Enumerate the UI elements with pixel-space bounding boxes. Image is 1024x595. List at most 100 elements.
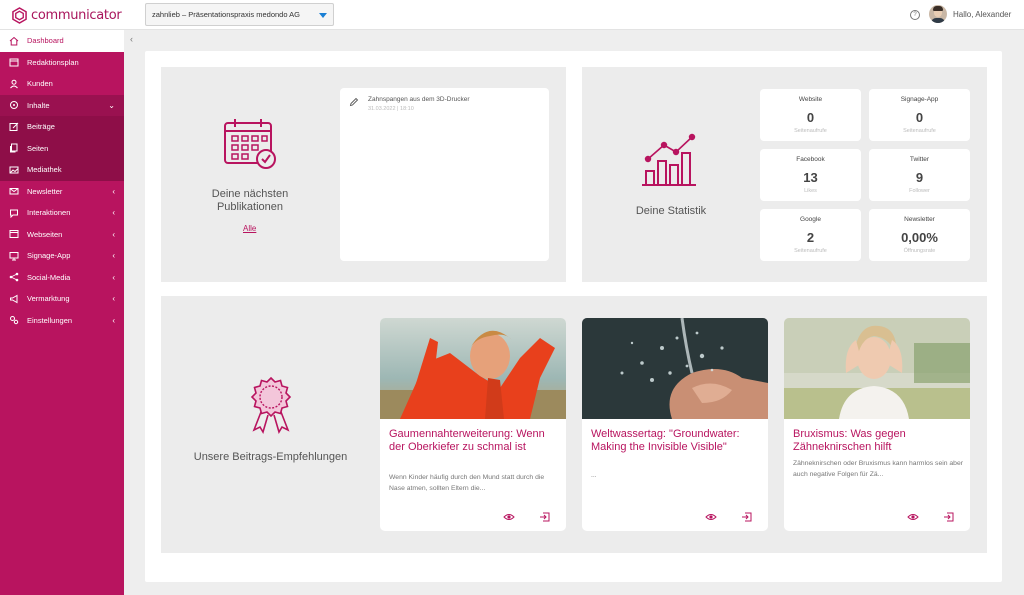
sidebar-item-signage-app[interactable]: Signage-App ‹ [0, 245, 124, 267]
sidebar-item-label: Redaktionsplan [27, 57, 79, 67]
user-icon [9, 79, 19, 89]
chevron-left-icon: ‹ [112, 229, 115, 239]
recommendations-title: Unsere Beitrags-Empfehlungen [193, 451, 348, 463]
sidebar-item-inhalte[interactable]: Inhalte ⌄ [0, 94, 124, 116]
sidebar-item-einstellungen[interactable]: Einstellungen ‹ [0, 310, 124, 332]
logo-hexagon-icon [12, 6, 27, 24]
sidebar-collapse-button[interactable]: ‹ [130, 34, 133, 44]
sidebar-item-label: Vermarktung [27, 294, 70, 304]
stat-twitter[interactable]: Twitter 9 Follower [869, 149, 970, 201]
stat-newsletter[interactable]: Newsletter 0,00% Öffnungsrate [869, 209, 970, 261]
dashboard-main: Deine nächsten Publikationen Alle Zahnsp… [145, 51, 1002, 582]
sidebar-item-mediathek[interactable]: Mediathek [0, 159, 124, 181]
content-icon [9, 100, 19, 110]
chevron-left-icon: ‹ [112, 272, 115, 282]
article-card[interactable]: Gaumennahterweiterung: Wenn der Oberkief… [380, 318, 566, 531]
publication-title: Zahnspangen aus dem 3D-Drucker [368, 96, 470, 103]
monitor-icon [9, 251, 19, 261]
pencil-icon [349, 97, 359, 107]
sidebar-item-seiten[interactable]: Seiten [0, 137, 124, 159]
sidebar-item-kunden[interactable]: Kunden [0, 73, 124, 95]
sidebar-item-label: Beiträge [27, 122, 55, 132]
stat-value: 0 [806, 110, 815, 125]
app-logo[interactable]: communicator [12, 6, 122, 24]
sidebar-item-beitraege[interactable]: Beiträge [0, 116, 124, 138]
sidebar-item-newsletter[interactable]: Newsletter ‹ [0, 181, 124, 203]
stat-value: 9 [915, 170, 924, 185]
sidebar-item-label: Newsletter [27, 186, 63, 196]
share-icon [9, 272, 19, 282]
sidebar-item-dashboard[interactable]: Dashboard [0, 30, 124, 52]
stat-sublabel: Follower [909, 188, 930, 194]
sidebar-item-label: Webseiten [27, 229, 63, 239]
stat-value: 13 [803, 170, 818, 185]
settings-icon [9, 315, 19, 325]
import-icon[interactable] [539, 512, 551, 522]
chevron-left-icon: ‹ [112, 315, 115, 325]
stat-sublabel: Likes [804, 188, 817, 194]
eye-icon[interactable] [503, 512, 515, 522]
sidebar-item-label: Dashboard [27, 36, 64, 46]
eye-icon[interactable] [705, 512, 717, 522]
article-card[interactable]: Weltwassertag: "Groundwater: Making the … [582, 318, 768, 531]
stat-sublabel: Seitenaufrufe [794, 248, 827, 254]
article-card[interactable]: Bruxismus: Was gegen Zähneknirschen hilf… [784, 318, 970, 531]
article-excerpt: ... [591, 472, 597, 479]
sidebar-item-label: Seiten [27, 143, 49, 153]
stat-sublabel: Öffnungsrate [903, 248, 936, 254]
stat-signage-app[interactable]: Signage-App 0 Seitenaufrufe [869, 89, 970, 141]
pages-icon [9, 143, 19, 153]
article-title[interactable]: Gaumennahterweiterung: Wenn der Oberkief… [389, 428, 559, 454]
article-title[interactable]: Weltwassertag: "Groundwater: Making the … [591, 428, 761, 454]
sidebar-item-redaktionsplan[interactable]: Redaktionsplan [0, 52, 124, 74]
chevron-left-icon: ‹ [112, 208, 115, 218]
publication-card[interactable]: Zahnspangen aus dem 3D-Drucker 31.03.202… [340, 88, 549, 261]
megaphone-icon [9, 294, 19, 304]
eye-icon[interactable] [907, 512, 919, 522]
stat-sublabel: Seitenaufrufe [794, 128, 827, 134]
chevron-left-icon: ‹ [112, 251, 115, 261]
import-icon[interactable] [943, 512, 955, 522]
mail-icon [9, 186, 19, 196]
chevron-down-icon: ⌄ [108, 100, 115, 110]
stat-value: 0 [915, 110, 924, 125]
stat-label: Newsletter [904, 216, 935, 223]
stat-sublabel: Seitenaufrufe [903, 128, 936, 134]
sidebar-item-interaktionen[interactable]: Interaktionen ‹ [0, 202, 124, 224]
stat-label: Twitter [909, 156, 930, 163]
sidebar-item-label: Einstellungen [27, 315, 73, 325]
sidebar-item-vermarktung[interactable]: Vermarktung ‹ [0, 288, 124, 310]
stat-google[interactable]: Google 2 Seitenaufrufe [760, 209, 861, 261]
stat-label: Google [800, 216, 821, 223]
publication-date: 31.03.2022 | 18:10 [368, 106, 414, 112]
article-image-woman [784, 318, 970, 419]
statistics-panel: Deine Statistik Website 0 Seitenaufrufe … [582, 67, 987, 282]
stat-facebook[interactable]: Facebook 13 Likes [760, 149, 861, 201]
statistics-title: Deine Statistik [635, 205, 707, 217]
user-greeting[interactable]: Hallo, Alexander [953, 10, 1011, 19]
publications-panel: Deine nächsten Publikationen Alle Zahnsp… [161, 67, 566, 282]
help-icon[interactable]: ? [910, 10, 920, 20]
stat-label: Website [798, 96, 823, 103]
article-title[interactable]: Bruxismus: Was gegen Zähneknirschen hilf… [793, 428, 963, 454]
sidebar-item-label: Mediathek [27, 165, 62, 175]
stat-website[interactable]: Website 0 Seitenaufrufe [760, 89, 861, 141]
calendar-icon [9, 57, 19, 67]
article-excerpt: Zähneknirschen oder Bruxismus kann harml… [793, 460, 964, 478]
stat-value: 0,00% [901, 230, 938, 245]
sidebar-item-label: Inhalte [27, 100, 50, 110]
sidebar-item-label: Signage-App [27, 251, 71, 261]
stat-label: Facebook [796, 156, 825, 163]
article-image-child [380, 318, 566, 419]
edit-icon [9, 122, 19, 132]
publications-all-link[interactable]: Alle [243, 224, 256, 233]
sidebar-item-webseiten[interactable]: Webseiten ‹ [0, 224, 124, 246]
article-image-water [582, 318, 768, 419]
practice-selector[interactable]: zahnlieb – Präsentationspraxis medondo A… [145, 3, 334, 26]
sidebar-item-label: Social-Media [27, 272, 71, 282]
sidebar-item-social-media[interactable]: Social-Media ‹ [0, 267, 124, 289]
chevron-left-icon: ‹ [112, 186, 115, 196]
stat-label: Signage-App [900, 96, 939, 103]
import-icon[interactable] [741, 512, 753, 522]
avatar[interactable] [929, 5, 947, 23]
